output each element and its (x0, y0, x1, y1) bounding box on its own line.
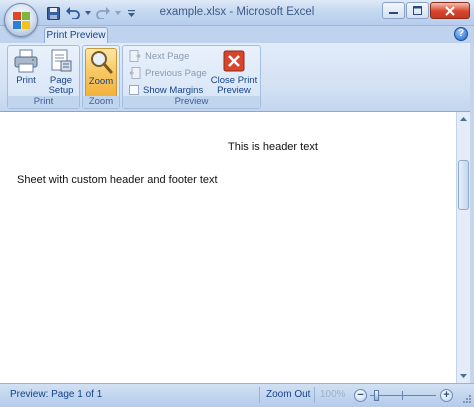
print-label: Print (16, 75, 36, 86)
zoom-label: Zoom (88, 76, 114, 87)
status-bar: Preview: Page 1 of 1 Zoom Out 100% − + (0, 383, 474, 407)
page-setup-button[interactable]: Page Setup (44, 48, 78, 98)
close-preview-label-line2: Preview (217, 85, 251, 96)
zoom-slider-thumb[interactable] (374, 390, 379, 401)
next-page-icon (129, 50, 141, 62)
zoom-plus-icon[interactable]: + (440, 389, 453, 402)
page-setup-icon (51, 49, 72, 72)
magnifier-icon (91, 51, 113, 74)
ribbon: Print Page Setup Print Zoom Zoom Next Pa… (0, 43, 474, 112)
show-margins-label: Show Margins (143, 84, 204, 96)
preview-group: Next Page Previous Page Show Margins Clo… (122, 45, 261, 109)
maximize-button[interactable] (406, 2, 429, 19)
zoom-button[interactable]: Zoom (85, 48, 117, 98)
office-logo-icon (13, 12, 30, 29)
close-button[interactable] (430, 2, 470, 19)
zoom-group-label: Zoom (83, 96, 119, 108)
zoom-out-label[interactable]: Zoom Out (266, 389, 310, 400)
status-separator (314, 387, 315, 403)
sheet-cell-text: Sheet with custom header and footer text (17, 174, 218, 186)
scroll-down-arrow-icon[interactable] (457, 369, 470, 383)
page-header-text: This is header text (228, 141, 318, 153)
previous-page-label: Previous Page (145, 67, 207, 79)
title-bar: example.xlsx - Microsoft Excel (0, 0, 474, 26)
window-controls (382, 2, 470, 19)
next-page-button[interactable]: Next Page (129, 48, 189, 64)
zoom-slider-track[interactable] (370, 395, 436, 396)
show-margins-check[interactable] (129, 85, 139, 95)
close-preview-icon (223, 50, 245, 72)
vertical-scrollbar[interactable] (456, 112, 470, 383)
close-print-preview-button[interactable]: Close Print Preview (209, 48, 259, 98)
printer-icon (14, 49, 38, 73)
previous-page-button[interactable]: Previous Page (129, 65, 207, 81)
preview-group-label: Preview (123, 96, 260, 108)
resize-grip-icon[interactable] (462, 394, 472, 404)
minimize-button[interactable] (382, 2, 405, 19)
page-setup-label-line2: Setup (48, 85, 74, 96)
office-button[interactable] (4, 3, 38, 37)
status-separator (259, 387, 260, 403)
zoom-slider-center-mark (402, 391, 403, 400)
zoom-group: Zoom Zoom (82, 45, 120, 109)
tab-print-preview[interactable]: Print Preview (44, 27, 108, 44)
zoom-minus-icon[interactable]: − (354, 389, 367, 402)
help-icon[interactable]: ? (454, 27, 468, 41)
print-group-label: Print (8, 96, 79, 108)
print-button[interactable]: Print (11, 48, 41, 98)
page-info-status: Preview: Page 1 of 1 (10, 389, 103, 400)
previous-page-icon (129, 67, 141, 79)
next-page-label: Next Page (145, 50, 190, 62)
scroll-thumb[interactable] (458, 160, 469, 210)
scroll-up-arrow-icon[interactable] (457, 112, 470, 126)
window-right-border (470, 43, 474, 407)
zoom-percent[interactable]: 100% (320, 389, 346, 400)
print-group: Print Page Setup Print (7, 45, 80, 109)
print-preview-page[interactable]: This is header text Sheet with custom he… (0, 112, 456, 383)
ribbon-tab-row: Print Preview ? (0, 26, 474, 44)
